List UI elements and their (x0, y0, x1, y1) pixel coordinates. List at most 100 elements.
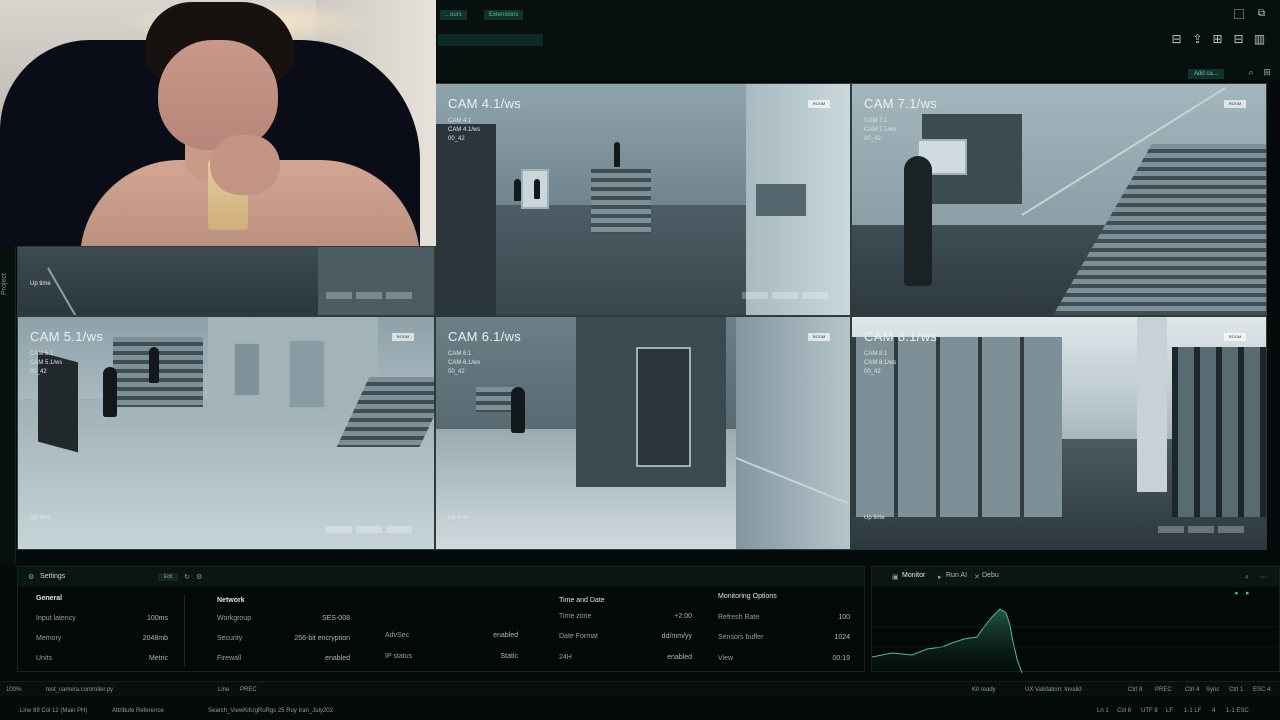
settings-title: Settings (40, 573, 66, 580)
play-icon: ▸ (938, 573, 942, 581)
camera-button-3[interactable] (386, 292, 412, 299)
camera-feed-6-1[interactable]: CAM 6.1/ws CAM 6.1 CAM 6.1/ws 00_42 ROOM… (435, 316, 851, 550)
camera-feed-5-1[interactable]: CAM 5.1/ws CAM 5.1 CAM 5.1/ws 00_42 ROOM… (17, 316, 435, 550)
24h-value[interactable]: enabled (632, 654, 692, 661)
input-latency-value[interactable]: 100ms (118, 615, 168, 622)
open-file[interactable]: test_camera.controller.py (46, 687, 113, 693)
camera-uptime: Up time (30, 281, 51, 287)
camera-sub-1: CAM 4.1 (448, 118, 472, 124)
export-icon[interactable]: ⊟ (1170, 33, 1183, 46)
tab-tag-a[interactable]: ...ours (440, 10, 467, 20)
camera-sub-2: CAM 7.1/ws (864, 127, 897, 133)
refresh-rate-value[interactable]: 100 (800, 614, 850, 621)
camera-uptime: Up time (30, 515, 51, 521)
camera-button-3[interactable] (802, 292, 828, 299)
camera-uptime: Up time (864, 515, 885, 521)
refresh-icon[interactable]: ↻ (184, 573, 190, 581)
person-hand (210, 135, 280, 195)
zoom-level[interactable]: 100% (6, 687, 21, 693)
status-item-6: Sync (1206, 687, 1220, 693)
path-input[interactable] (438, 34, 543, 46)
camera-button-2[interactable] (772, 292, 798, 299)
workgroup-value[interactable]: SES-008 (280, 615, 350, 622)
upload-icon[interactable]: ⇪ (1191, 33, 1204, 46)
gear-icon[interactable]: ⚙ (196, 573, 202, 581)
add-icon[interactable]: ⊞ (1211, 33, 1224, 46)
camera-uptime: Up time (448, 515, 469, 521)
camera-sub-1: CAM 6.1 (448, 351, 472, 357)
camera-button-1[interactable] (326, 292, 352, 299)
camera-button-1[interactable] (742, 292, 768, 299)
firewall-label: Firewall (217, 655, 242, 662)
settings-edit-field[interactable]: Edit (158, 573, 178, 581)
attribute-reference[interactable]: Attribute Reference (112, 708, 164, 714)
activity-graph (872, 608, 1280, 673)
status-validation: UX Validation: Invalid (1025, 687, 1082, 693)
tab-monitor[interactable]: Monitor (902, 572, 925, 579)
camera-badge: ROOM (808, 100, 830, 108)
camera-feed-7-1[interactable]: CAM 7.1/ws CAM 7.1 CAM 7.1/ws 00_42 ROOM (851, 83, 1267, 316)
camera-button-2[interactable] (356, 526, 382, 533)
camera-sub-1: CAM 5.1 (30, 351, 54, 357)
date-format-value[interactable]: dd/mm/yy (632, 633, 692, 640)
units-value[interactable]: Metric (118, 655, 168, 662)
camera-feed-4-1[interactable]: CAM 4.1/ws CAM 4.1 CAM 4.1/ws 00_42 ROOM (435, 83, 851, 316)
camera-sub-2: CAM 6.1/ws (448, 360, 481, 366)
person-face (158, 40, 278, 150)
search-icon[interactable]: ⌕ (1246, 68, 1256, 78)
camera-title: CAM 8.1/ws (864, 329, 938, 344)
advsec-value[interactable]: enabled (458, 632, 518, 639)
status-encoding: UTF 8 (1141, 708, 1158, 714)
24h-label: 24H (559, 654, 572, 661)
tab-debug[interactable]: Debu (982, 572, 999, 579)
camera-button-2[interactable] (356, 292, 382, 299)
settings-icon: ⚙ (28, 573, 35, 581)
ip-status-label: IP status (385, 653, 413, 660)
camera-button-3[interactable] (386, 526, 412, 533)
refresh-rate-label: Refresh Rate (718, 614, 760, 621)
firewall-value[interactable]: enabled (280, 655, 350, 662)
trash-icon[interactable]: ▥ (1253, 33, 1266, 46)
graph-area (872, 609, 1022, 673)
monitor-icon: ▣ (892, 573, 899, 581)
ip-status-value[interactable]: Static (458, 653, 518, 660)
camera-sub-3: 00_42 (448, 369, 465, 375)
camera-feed-partial[interactable]: Up time (17, 246, 435, 316)
mode-label-2: PREC (240, 687, 257, 693)
tab-extensions[interactable]: Extensions (484, 10, 524, 20)
status-col: Col 8 (1117, 708, 1132, 714)
search-icon[interactable]: ⌕ (1245, 573, 1249, 582)
camera-badge: ROOM (392, 333, 414, 341)
camera-feed-8-1[interactable]: CAM 8.1/ws CAM 8.1 CAM 8.1/ws 00_42 ROOM… (851, 316, 1267, 550)
camera-button-1[interactable] (1158, 526, 1184, 533)
project-tab[interactable]: Project (1, 273, 8, 295)
search-status[interactable]: Search_ViewKitUgRuRgs 25 Roy Iran_July20… (208, 708, 333, 714)
camera-button-2[interactable] (1188, 526, 1214, 533)
window-restore-icon[interactable]: ⧉ (1255, 7, 1268, 20)
advsec-label: AdvSec (385, 632, 410, 639)
cursor-position[interactable]: Line 89 Col 12 (Main PH) (20, 708, 87, 714)
tab-run-ai[interactable]: Run AI (946, 572, 967, 579)
add-camera-button[interactable]: Add ca... (1188, 69, 1224, 79)
camera-sub-2: CAM 5.1/ws (30, 360, 63, 366)
settings-panel: ⚙ Settings Edit ↻ ⚙ General Input latenc… (17, 566, 865, 672)
camera-sub-3: 00_42 (30, 369, 47, 375)
window-control-box[interactable] (1234, 9, 1244, 19)
memory-value[interactable]: 2048mb (118, 635, 168, 642)
camera-badge: ROOM (1224, 100, 1246, 108)
grid-icon[interactable]: ⊞ (1262, 68, 1272, 78)
view-value[interactable]: 00:19 (800, 655, 850, 662)
camera-sub-1: CAM 8.1 (864, 351, 888, 357)
security-value[interactable]: 256-bit encryption (250, 635, 350, 642)
camera-button-3[interactable] (1218, 526, 1244, 533)
sensors-buffer-value[interactable]: 1024 (800, 634, 850, 641)
camera-title: CAM 7.1/ws (864, 96, 938, 111)
remove-icon[interactable]: ⊟ (1232, 33, 1245, 46)
time-zone-value[interactable]: +2:00 (632, 613, 692, 620)
status-eol: LF (1166, 708, 1174, 714)
sensors-buffer-label: Sensors buffer (718, 634, 764, 641)
status-item-7: Ctrl 1 (1229, 687, 1244, 693)
units-label: Units (36, 655, 52, 662)
camera-button-1[interactable] (326, 526, 352, 533)
more-icon[interactable]: ⋯ (1260, 573, 1267, 581)
